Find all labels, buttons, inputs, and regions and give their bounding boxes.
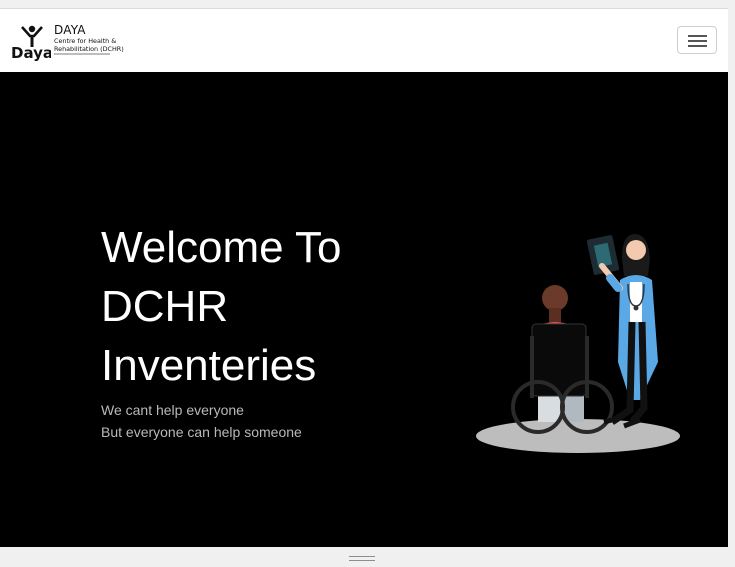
brand-subtitle-line2: Rehabilitation (DCHR) bbox=[54, 45, 124, 53]
brand-subtitle-line1: Centre for Health & bbox=[54, 37, 117, 45]
vertical-scrollbar[interactable] bbox=[728, 8, 735, 547]
brand-title: DAYA bbox=[54, 23, 86, 37]
tagline-line: But everyone can help someone bbox=[101, 424, 302, 440]
hamburger-icon-line bbox=[688, 40, 707, 42]
hero-headline: Welcome To DCHR Inventeries bbox=[101, 218, 431, 395]
resize-handle-bar[interactable] bbox=[0, 547, 735, 567]
hamburger-icon-line bbox=[688, 45, 707, 47]
drag-grip-icon[interactable] bbox=[349, 556, 375, 564]
logo-wordmark: Daya bbox=[11, 44, 51, 61]
daya-logo-icon: Daya bbox=[11, 25, 51, 61]
tagline-line: We cant help everyone bbox=[101, 402, 244, 418]
app-window: Daya DAYA Centre for Health & Rehabilita… bbox=[0, 8, 728, 548]
navbar-toggle-button[interactable] bbox=[677, 26, 717, 54]
headline-line: DCHR bbox=[101, 282, 229, 331]
brand-logo-link[interactable]: Daya DAYA Centre for Health & Rehabilita… bbox=[11, 23, 131, 61]
patient-in-wheelchair bbox=[511, 285, 614, 434]
doctor-patient-illustration bbox=[476, 234, 680, 453]
floor-shadow bbox=[476, 419, 680, 453]
navbar: Daya DAYA Centre for Health & Rehabilita… bbox=[0, 9, 728, 72]
brand-tagline-mark bbox=[54, 53, 110, 55]
headline-line: Inventeries bbox=[101, 341, 317, 390]
hero-section: Welcome To DCHR Inventeries We cant help… bbox=[0, 72, 728, 548]
hero-tagline: We cant help everyone But everyone can h… bbox=[101, 399, 302, 443]
hamburger-icon bbox=[688, 35, 707, 37]
headline-line: Welcome To bbox=[101, 223, 342, 272]
